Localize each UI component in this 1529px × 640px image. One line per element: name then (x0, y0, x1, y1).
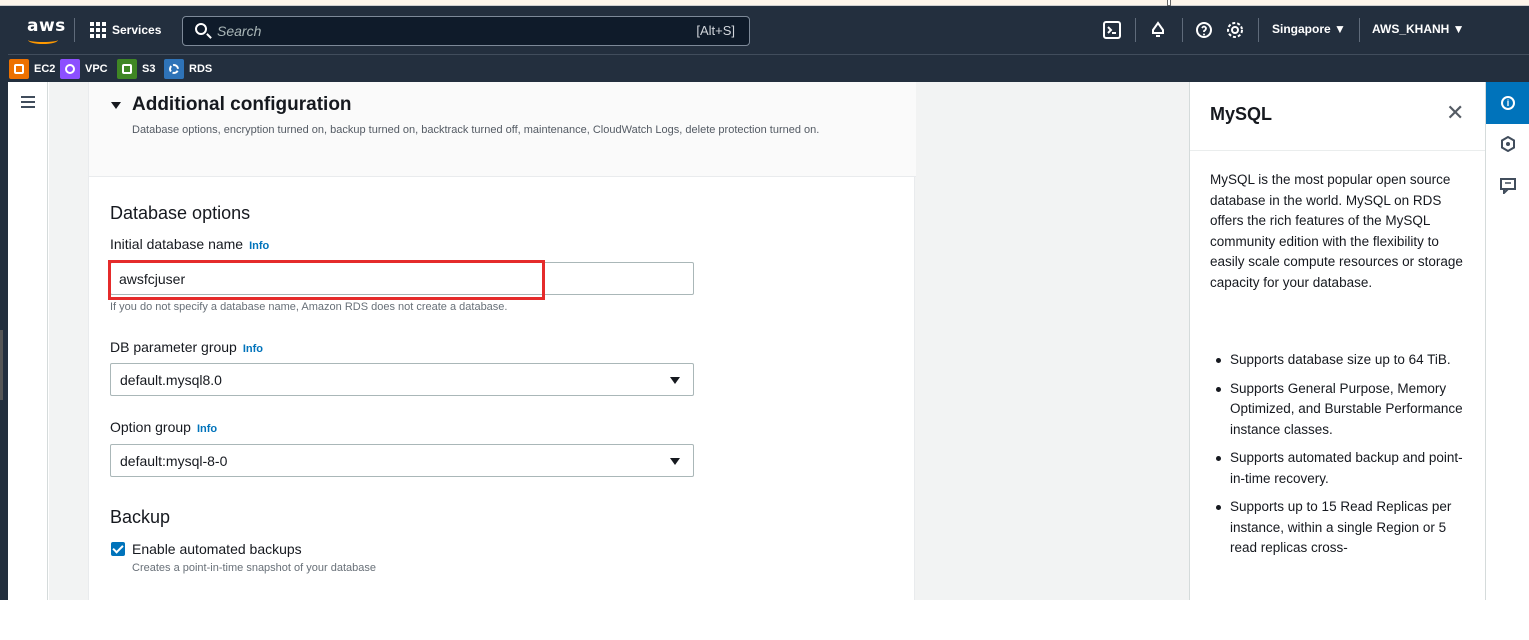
rds-database-icon (164, 59, 184, 79)
left-navigation (8, 82, 48, 600)
favorite-rds[interactable]: RDS (164, 58, 212, 80)
vpc-icon (60, 59, 80, 79)
gear-icon[interactable] (1224, 19, 1246, 41)
aws-logo-text: aws (27, 16, 66, 36)
list-item: Supports General Purpose, Memory Optimiz… (1210, 379, 1470, 441)
enable-backups-label[interactable]: Enable automated backups (132, 541, 302, 557)
divider (1359, 18, 1360, 42)
caret-down-icon[interactable] (111, 102, 121, 109)
feedback-icon (1500, 178, 1516, 194)
info-link[interactable]: Info (243, 343, 263, 355)
search-box[interactable]: [Alt+S] (182, 16, 750, 46)
top-navigation-bar: aws Services [Alt+S] Singapore ▼ AWS_KHA… (8, 6, 1529, 54)
right-tool-rail: i (1485, 82, 1529, 600)
bell-icon[interactable] (1147, 19, 1169, 41)
label-text: Initial database name (110, 236, 244, 252)
info-icon: i (1501, 96, 1515, 110)
db-parameter-group-select[interactable]: default.mysql8.0 (110, 363, 694, 396)
hexagon-icon (1501, 136, 1515, 152)
help-panel-body: MySQL is the most popular open source da… (1210, 172, 1463, 290)
info-panel-toggle[interactable]: i (1486, 82, 1529, 124)
section-title[interactable]: Additional configuration (132, 94, 352, 116)
favorite-label: S3 (142, 63, 156, 75)
account-menu[interactable]: AWS_KHANH ▼ (1372, 22, 1465, 36)
favorite-ec2[interactable]: EC2 (9, 58, 55, 80)
list-item: Supports database size up to 64 TiB. (1210, 350, 1470, 371)
hamburger-menu-icon[interactable] (21, 96, 35, 111)
backup-heading: Backup (110, 507, 171, 527)
divider (1182, 18, 1183, 42)
divider (1135, 18, 1136, 42)
divider (1258, 18, 1259, 42)
section-description: Database options, encryption turned on, … (132, 124, 820, 136)
search-input[interactable] (217, 21, 637, 41)
resources-toggle[interactable] (1486, 126, 1529, 162)
left-gutter (0, 6, 8, 600)
window-scroll-marker (0, 330, 3, 400)
grid-icon (90, 22, 106, 38)
divider (1190, 150, 1486, 151)
select-value: default.mysql8.0 (120, 372, 222, 388)
help-panel: MySQL ✕ MySQL is the most popular open s… (1189, 82, 1486, 600)
feedback-toggle[interactable] (1486, 168, 1529, 204)
highlight-annotation-box (108, 260, 545, 300)
ec2-icon (9, 59, 29, 79)
favorite-label: VPC (85, 63, 108, 75)
divider (74, 18, 75, 42)
services-label: Services (112, 23, 162, 37)
help-panel-list: Supports database size up to 64 TiB. Sup… (1210, 350, 1470, 567)
db-parameter-group-label: DB parameter group Info (110, 339, 263, 355)
label-text: Option group (110, 419, 191, 435)
enable-backups-checkbox[interactable] (111, 542, 125, 556)
dropdown-arrow-icon (670, 377, 680, 384)
favorite-label: EC2 (34, 63, 56, 75)
services-menu-button[interactable]: Services (90, 18, 161, 42)
region-selector[interactable]: Singapore ▼ (1272, 22, 1346, 36)
additional-configuration-panel: Additional configuration Database option… (88, 82, 916, 600)
info-link[interactable]: Info (249, 240, 269, 252)
database-options-heading: Database options (110, 203, 251, 223)
dropdown-arrow-icon (670, 458, 680, 465)
initial-db-name-helper: If you do not specify a database name, A… (110, 301, 508, 313)
s3-bucket-icon (117, 59, 137, 79)
favorite-vpc[interactable]: VPC (60, 58, 108, 80)
list-item: Supports up to 15 Read Replicas per inst… (1210, 497, 1470, 559)
option-group-label: Option group Info (110, 419, 217, 435)
favorite-s3[interactable]: S3 (117, 58, 155, 80)
info-link[interactable]: Info (197, 423, 217, 435)
search-icon (195, 23, 207, 35)
label-text: DB parameter group (110, 339, 237, 355)
aws-logo[interactable]: aws (26, 16, 65, 44)
enable-backups-helper: Creates a point-in-time snapshot of your… (132, 562, 376, 574)
favorites-bar: EC2 VPC S3 RDS (8, 54, 1529, 82)
list-item: Supports automated backup and point-in-t… (1210, 448, 1470, 489)
initial-db-name-label: Initial database name Info (110, 236, 269, 252)
help-panel-title: MySQL (1210, 104, 1273, 124)
close-icon[interactable]: ✕ (1446, 101, 1464, 126)
search-shortcut: [Alt+S] (696, 23, 735, 38)
help-icon[interactable] (1193, 19, 1215, 41)
cloudshell-icon[interactable] (1101, 19, 1123, 41)
page-bottom-area (0, 600, 1529, 640)
select-value: default:mysql-8-0 (120, 453, 228, 469)
option-group-select[interactable]: default:mysql-8-0 (110, 444, 694, 477)
section-header[interactable]: Additional configuration Database option… (89, 82, 916, 177)
aws-smile-icon (28, 36, 58, 44)
favorite-label: RDS (189, 63, 213, 75)
